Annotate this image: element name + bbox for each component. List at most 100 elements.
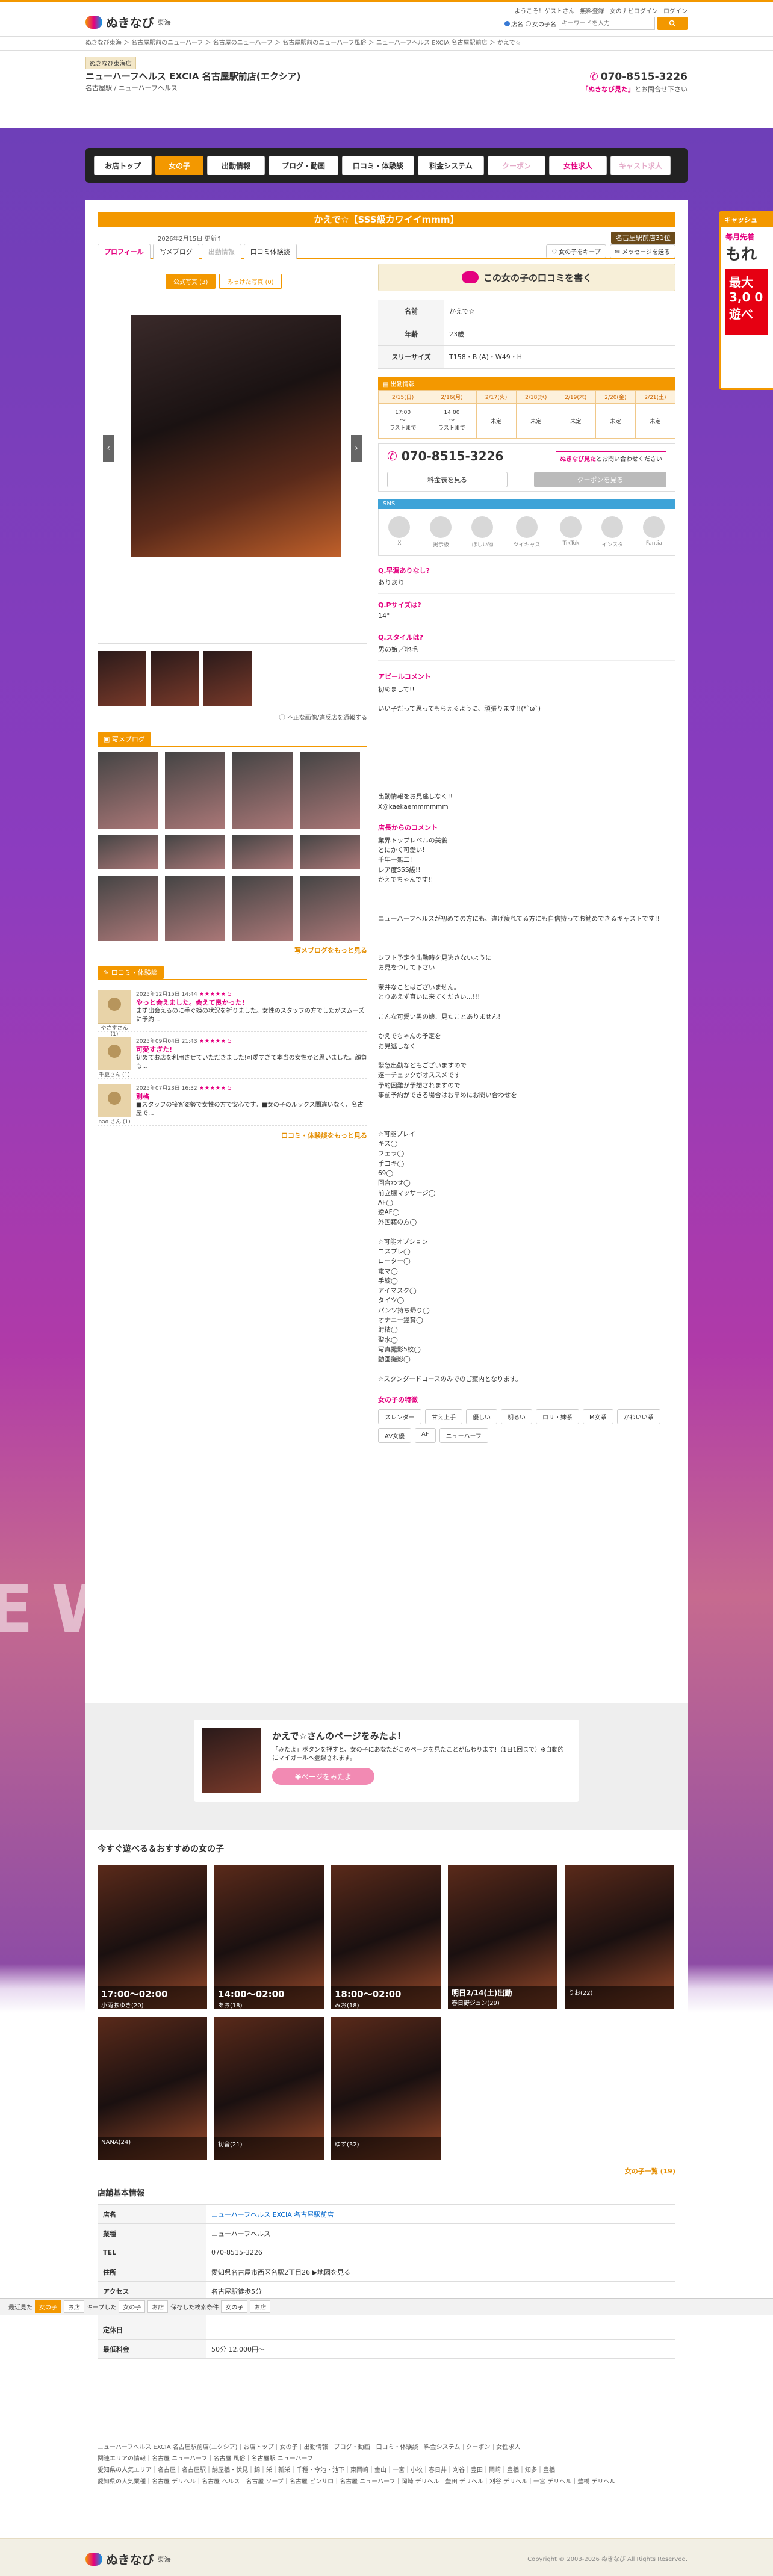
- nav-girls[interactable]: 女の子: [155, 156, 203, 175]
- breadcrumb-item[interactable]: ぬきなび東海: [85, 40, 122, 46]
- feature-tag[interactable]: M女系: [583, 1409, 613, 1424]
- tab-profile[interactable]: プロフィール: [98, 243, 151, 259]
- main-photo[interactable]: [131, 315, 341, 557]
- recommend-card[interactable]: 14:00〜02:00 あお(18): [214, 1865, 324, 2009]
- thumbnail[interactable]: [98, 651, 146, 706]
- recommend-card[interactable]: りお(22): [565, 1865, 674, 2009]
- recommend-card[interactable]: NANA(24): [98, 2017, 207, 2160]
- feature-tag[interactable]: かわいい系: [616, 1409, 660, 1424]
- send-message-button[interactable]: ✉ メッセージを送る: [609, 244, 675, 258]
- saved-girls-button[interactable]: 女の子: [221, 2300, 248, 2313]
- blog-photo[interactable]: [300, 876, 360, 941]
- review-item[interactable]: やさすさん (1) 2025年12月15日 14:44 ★★★★★ 5 やっと会…: [98, 985, 367, 1037]
- feature-tag[interactable]: 甘え上手: [425, 1409, 462, 1424]
- kept-shops-button[interactable]: お店: [147, 2300, 169, 2313]
- tab-reviews[interactable]: 口コミ体験談: [243, 243, 297, 259]
- footer-links-shop[interactable]: ニューハーフヘルス EXCIA 名古屋駅前店(エクシア)｜お店トップ｜女の子｜出…: [98, 2442, 675, 2453]
- feature-tag[interactable]: スレンダー: [378, 1409, 421, 1424]
- feature-tag[interactable]: 優しい: [466, 1409, 497, 1424]
- sns-instagram[interactable]: インスタ: [601, 516, 624, 548]
- shop-tel[interactable]: ✆ 070-8515-3226: [590, 71, 688, 83]
- site-logo[interactable]: ぬきなび 東海: [85, 13, 171, 31]
- keep-girl-button[interactable]: ♡ 女の子をキープ: [546, 244, 606, 258]
- feature-tag[interactable]: 明るい: [501, 1409, 532, 1424]
- feature-tag[interactable]: AF: [415, 1427, 436, 1443]
- sns-board[interactable]: 掲示板: [430, 516, 452, 548]
- sns-tiktok[interactable]: TikTok: [560, 516, 582, 548]
- sns-fantia[interactable]: Fantia: [643, 516, 665, 548]
- tab-blog[interactable]: 写メブログ: [152, 243, 199, 259]
- blog-photo[interactable]: [232, 835, 293, 869]
- thumbnail[interactable]: [151, 651, 199, 706]
- mitayo-button[interactable]: ◉ ページをみたよ: [272, 1768, 374, 1785]
- recommend-card[interactable]: ゆず(32): [331, 2017, 441, 2160]
- blog-photo[interactable]: [98, 752, 158, 829]
- blog-photo[interactable]: [300, 752, 360, 829]
- write-review-button[interactable]: この女の子の口コミを書く: [378, 264, 675, 291]
- blog-photo[interactable]: [300, 835, 360, 869]
- login-link[interactable]: ログイン: [663, 8, 688, 15]
- breadcrumb-item[interactable]: 名古屋のニューハーフ: [213, 40, 273, 46]
- shop-link[interactable]: ニューハーフヘルス EXCIA 名古屋駅前店: [211, 2211, 334, 2219]
- nav-reviews[interactable]: 口コミ・体験談: [342, 156, 414, 175]
- breadcrumb-item[interactable]: 名古屋駅前のニューハーフ風俗: [282, 40, 366, 46]
- radio-girl[interactable]: 女の子名: [526, 19, 556, 28]
- breadcrumb-item[interactable]: 名古屋駅前のニューハーフ: [131, 40, 203, 46]
- blog-photo[interactable]: [232, 752, 293, 829]
- nav-schedule[interactable]: 出勤情報: [207, 156, 265, 175]
- sns-twitcasting[interactable]: ツイキャス: [513, 516, 540, 548]
- reviewer-name: 千夏さん (1): [99, 1072, 130, 1078]
- blog-more-link[interactable]: 写メブログをもっと見る: [98, 945, 367, 955]
- girl-list-link[interactable]: 女の子一覧 (19): [98, 2166, 675, 2176]
- saved-shops-button[interactable]: お店: [250, 2300, 271, 2313]
- girl-login-link[interactable]: 女のナビログイン: [610, 8, 658, 15]
- blog-photo[interactable]: [98, 835, 158, 869]
- shop-name[interactable]: ニューハーフヘルス EXCIA 名古屋駅前店(エクシア): [85, 70, 300, 82]
- review-item[interactable]: 千夏さん (1) 2025年09月04日 21:43 ★★★★★ 5 可愛すぎた…: [98, 1032, 367, 1079]
- review-item[interactable]: bao さん (1) 2025年07月23日 16:32 ★★★★★ 5 別格 …: [98, 1079, 367, 1126]
- breadcrumb-item[interactable]: ニューハーフヘルス EXCIA 名古屋駅前店: [376, 40, 488, 46]
- recommend-card[interactable]: 明日2/14(土)出勤 春日野ジュン(29): [448, 1865, 557, 2009]
- search-button[interactable]: [657, 17, 688, 30]
- recommend-card[interactable]: 17:00〜02:00 小雨おゆき(20): [98, 1865, 207, 2009]
- coupon-button[interactable]: クーポンを見る: [534, 471, 666, 487]
- footer-logo[interactable]: ぬきなび 東海: [85, 2550, 171, 2568]
- blog-photo[interactable]: [165, 876, 225, 941]
- kept-girls-button[interactable]: 女の子: [119, 2300, 146, 2313]
- next-arrow-icon[interactable]: ›: [351, 435, 362, 462]
- sns-wishlist[interactable]: ほしい物: [471, 516, 493, 548]
- nav-coupon[interactable]: クーポン: [488, 156, 545, 175]
- blog-photo[interactable]: [165, 752, 225, 829]
- prev-arrow-icon[interactable]: ‹: [103, 435, 114, 462]
- footer-links-popular-area[interactable]: 愛知県の人気エリア｜名古屋｜名古屋駅｜納屋橋・伏見｜錦｜栄｜新栄｜千種・今池・池…: [98, 2465, 675, 2476]
- recommend-card[interactable]: 初音(21): [214, 2017, 324, 2160]
- nav-female-recruit[interactable]: 女性求人: [549, 156, 607, 175]
- sns-x[interactable]: X: [388, 516, 411, 548]
- price-button[interactable]: 料金表を見る: [387, 471, 508, 487]
- footer-links-area[interactable]: 関連エリアの情報｜名古屋 ニューハーフ｜名古屋 風俗｜名古屋駅 ニューハーフ: [98, 2453, 675, 2465]
- nav-blog[interactable]: ブログ・動画: [269, 156, 338, 175]
- search-input[interactable]: [559, 17, 655, 30]
- blog-photo[interactable]: [232, 876, 293, 941]
- report-link[interactable]: ⓘ 不正な画像/違反店を通報する: [98, 712, 367, 721]
- found-photos-tab[interactable]: みっけた写真 (0): [219, 274, 282, 289]
- nav-price[interactable]: 料金システム: [418, 156, 484, 175]
- feature-tag[interactable]: ロリ・妹系: [536, 1409, 579, 1424]
- blog-photo[interactable]: [165, 835, 225, 869]
- radio-shop[interactable]: 店名: [504, 19, 523, 28]
- recent-shops-button[interactable]: お店: [64, 2300, 84, 2313]
- review-more-link[interactable]: 口コミ・体験談をもっと見る: [98, 1131, 367, 1140]
- nav-shop-top[interactable]: お店トップ: [94, 156, 152, 175]
- nav-cast-recruit[interactable]: キャスト求人: [610, 156, 671, 175]
- thumbnail[interactable]: [203, 651, 252, 706]
- blog-photo[interactable]: [98, 876, 158, 941]
- recent-girls-button[interactable]: 女の子: [35, 2300, 61, 2313]
- feature-tag[interactable]: ニューハーフ: [439, 1427, 488, 1443]
- feature-tag[interactable]: AV女優: [378, 1427, 412, 1443]
- official-photos-tab[interactable]: 公式写真 (3): [166, 274, 216, 289]
- footer-links-popular-type[interactable]: 愛知県の人気業種｜名古屋 デリヘル｜名古屋 ヘルス｜名古屋 ソープ｜名古屋 ピン…: [98, 2476, 675, 2488]
- side-banner[interactable]: キャッシュ 毎月先着 もれ 最大3,0 0 遊べ: [719, 211, 773, 390]
- register-link[interactable]: 無料登録: [580, 8, 604, 15]
- tab-schedule[interactable]: 出勤情報: [201, 243, 241, 259]
- recommend-card[interactable]: 18:00〜02:00 みお(18): [331, 1865, 441, 2009]
